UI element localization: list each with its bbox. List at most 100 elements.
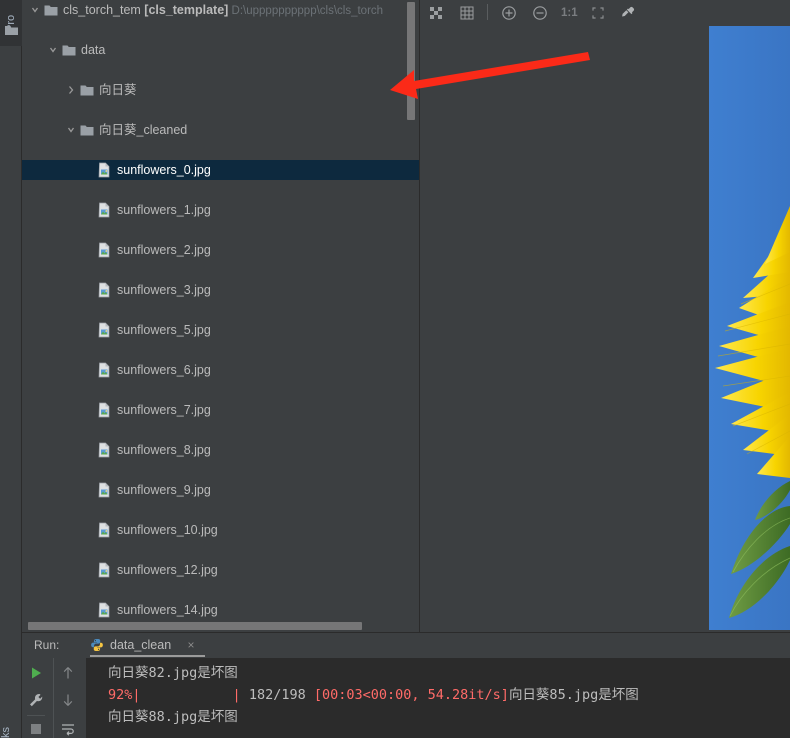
tree-node-label: sunflowers_2.jpg bbox=[117, 243, 211, 257]
gutter-separator bbox=[27, 715, 45, 716]
play-icon[interactable] bbox=[27, 664, 45, 682]
chevron-down-icon[interactable] bbox=[30, 0, 40, 20]
progress-timing: [00:03<00:00, 54.28it/s] bbox=[313, 687, 509, 703]
image-file-icon bbox=[98, 600, 111, 620]
progress-bar bbox=[141, 687, 233, 701]
folder-icon bbox=[80, 120, 94, 140]
progress-trailing-text: 向日葵85.jpg是坏图 bbox=[508, 687, 639, 703]
image-file-icon bbox=[98, 320, 111, 340]
tree-node-label: cls_torch_tem [cls_template] D:\uppppppp… bbox=[63, 3, 384, 17]
tree-node-label: sunflowers_7.jpg bbox=[117, 403, 211, 417]
tree-vertical-scrollbar-thumb[interactable] bbox=[407, 2, 415, 120]
transparency-checkerboard-icon[interactable] bbox=[427, 4, 445, 22]
chevron-right-icon[interactable] bbox=[66, 80, 76, 100]
folder-icon bbox=[80, 80, 94, 100]
image-file-icon bbox=[98, 240, 111, 260]
tree-node-label: data bbox=[81, 43, 106, 57]
wrench-icon[interactable] bbox=[27, 691, 45, 709]
tree-file-row[interactable]: sunflowers_3.jpg bbox=[22, 280, 420, 300]
run-console-output[interactable]: 向日葵82.jpg是坏图 92%| | 182/198 [00:03<00:00,… bbox=[86, 658, 790, 738]
folder-icon bbox=[62, 40, 76, 60]
chevron-down-icon[interactable] bbox=[48, 40, 58, 60]
image-file-icon bbox=[98, 200, 111, 220]
tree-node-path: D:\upppppppppp\cls\cls_torch bbox=[228, 5, 384, 17]
tree-node-label: sunflowers_14.jpg bbox=[117, 603, 218, 617]
folder-icon bbox=[5, 26, 18, 35]
sunflower-image bbox=[709, 26, 790, 630]
tree-file-row[interactable]: sunflowers_2.jpg bbox=[22, 240, 420, 260]
close-icon[interactable]: × bbox=[185, 637, 197, 653]
tree-file-row[interactable]: sunflowers_7.jpg bbox=[22, 400, 420, 420]
fit-to-window-icon[interactable] bbox=[589, 4, 607, 22]
tree-node-label: 向日葵_cleaned bbox=[99, 123, 188, 137]
project-tree-panel[interactable]: cls_torch_tem [cls_template] D:\uppppppp… bbox=[22, 0, 420, 632]
chevron-down-icon[interactable] bbox=[66, 120, 76, 140]
tree-file-row[interactable]: sunflowers_14.jpg bbox=[22, 600, 420, 620]
tree-file-row[interactable]: sunflowers_6.jpg bbox=[22, 360, 420, 380]
run-label: Run: bbox=[34, 638, 60, 652]
zoom-out-icon[interactable] bbox=[531, 4, 549, 22]
grid-icon[interactable] bbox=[458, 4, 476, 22]
tree-node-label: 向日葵 bbox=[99, 83, 137, 97]
console-line: 向日葵88.jpg是坏图 bbox=[108, 709, 238, 725]
folder-icon bbox=[44, 0, 58, 20]
console-line: 向日葵82.jpg是坏图 bbox=[108, 665, 238, 681]
tree-file-row[interactable]: sunflowers_0.jpg bbox=[22, 160, 420, 180]
tree-file-row[interactable]: sunflowers_5.jpg bbox=[22, 320, 420, 340]
tree-file-row[interactable]: sunflowers_8.jpg bbox=[22, 440, 420, 460]
tree-folder-row[interactable]: cls_torch_tem [cls_template] D:\uppppppp… bbox=[22, 0, 420, 20]
console-progress-line: 92%| | 182/198 [00:03<00:00, 54.28it/s]向日… bbox=[108, 684, 639, 706]
run-tab-active-underline bbox=[90, 655, 205, 657]
tree-file-row[interactable]: sunflowers_9.jpg bbox=[22, 480, 420, 500]
toolbar-divider bbox=[487, 4, 488, 20]
run-console-panel: Run: data_clean × 向日葵82.jpg是坏图 92%| | 18… bbox=[22, 632, 790, 738]
image-preview-area[interactable] bbox=[420, 26, 790, 632]
tree-node-label: sunflowers_3.jpg bbox=[117, 283, 211, 297]
tree-node-label: sunflowers_9.jpg bbox=[117, 483, 211, 497]
image-file-icon bbox=[98, 280, 111, 300]
tree-horizontal-scrollbar-thumb[interactable] bbox=[28, 622, 362, 630]
run-console-gutter bbox=[22, 658, 86, 738]
python-icon bbox=[91, 639, 103, 651]
tree-folder-row[interactable]: 向日葵 bbox=[22, 80, 420, 100]
tree-node-label: sunflowers_0.jpg bbox=[117, 163, 211, 177]
soft-wrap-icon[interactable] bbox=[59, 720, 77, 738]
tree-file-row[interactable]: sunflowers_10.jpg bbox=[22, 520, 420, 540]
tree-folder-row[interactable]: 向日葵_cleaned bbox=[22, 120, 420, 140]
arrow-up-icon[interactable] bbox=[59, 664, 77, 682]
stop-icon[interactable] bbox=[27, 720, 45, 738]
image-file-icon bbox=[98, 400, 111, 420]
image-file-icon bbox=[98, 440, 111, 460]
tree-node-label: sunflowers_1.jpg bbox=[117, 203, 211, 217]
image-file-icon bbox=[98, 520, 111, 540]
image-file-icon bbox=[98, 560, 111, 580]
ide-window: Pro ks cls_torch_tem [cls_template] D:\u… bbox=[0, 0, 790, 738]
progress-counter: 182/198 bbox=[248, 687, 306, 703]
image-file-icon bbox=[98, 480, 111, 500]
tree-node-label: sunflowers_6.jpg bbox=[117, 363, 211, 377]
image-file-icon bbox=[98, 360, 111, 380]
color-picker-icon[interactable] bbox=[619, 4, 637, 22]
run-tab-label: data_clean bbox=[110, 638, 172, 652]
image-file-icon bbox=[98, 160, 111, 180]
progress-percent: 92% bbox=[108, 687, 133, 703]
left-tool-strip: Pro ks bbox=[0, 0, 22, 738]
image-preview-toolbar: 1:1 bbox=[420, 0, 790, 26]
tree-file-row[interactable]: sunflowers_1.jpg bbox=[22, 200, 420, 220]
arrow-down-icon[interactable] bbox=[59, 691, 77, 709]
tree-node-label: sunflowers_10.jpg bbox=[117, 523, 218, 537]
tree-node-label: sunflowers_12.jpg bbox=[117, 563, 218, 577]
gutter-divider bbox=[53, 658, 54, 738]
project-tool-button[interactable]: Pro bbox=[0, 0, 22, 46]
project-tree-rows: cls_torch_tem [cls_template] D:\uppppppp… bbox=[22, 0, 420, 632]
tree-file-row[interactable]: sunflowers_12.jpg bbox=[22, 560, 420, 580]
tree-node-label: sunflowers_8.jpg bbox=[117, 443, 211, 457]
run-console-header: Run: data_clean × bbox=[22, 633, 790, 658]
bookmarks-tool-label[interactable]: ks bbox=[0, 712, 22, 738]
progress-bar-open: | bbox=[132, 687, 141, 703]
tree-folder-row[interactable]: data bbox=[22, 40, 420, 60]
progress-bar-close: | bbox=[232, 687, 241, 703]
tree-node-module-tag: [cls_template] bbox=[144, 3, 229, 17]
actual-size-button[interactable]: 1:1 bbox=[561, 4, 578, 22]
zoom-in-icon[interactable] bbox=[500, 4, 518, 22]
